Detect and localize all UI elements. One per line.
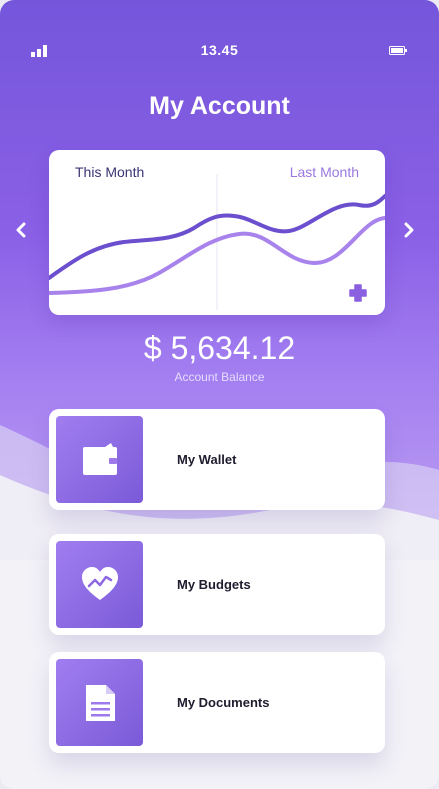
status-time: 13.45 (200, 42, 239, 58)
heart-trend-icon (82, 567, 118, 600)
account-balance-amount: $ 5,634.12 (143, 330, 296, 366)
battery-icon (389, 46, 407, 55)
app-screen: 13.45 My Account This Month Last Month $… (0, 0, 439, 789)
chevron-left-icon[interactable] (14, 222, 28, 238)
menu-label-budgets: My Budgets (177, 577, 251, 592)
budgets-tile (56, 541, 143, 628)
plus-icon[interactable] (349, 284, 367, 302)
my-documents-button[interactable]: My Documents (49, 652, 385, 753)
documents-tile (56, 659, 143, 746)
wallet-icon (83, 443, 117, 475)
document-icon (86, 685, 115, 721)
menu-label-wallet: My Wallet (177, 452, 237, 467)
status-bar: 13.45 (0, 42, 439, 62)
my-budgets-button[interactable]: My Budgets (49, 534, 385, 635)
menu-label-documents: My Documents (177, 695, 270, 710)
chart-card: This Month Last Month (49, 150, 385, 315)
legend-last-month[interactable]: Last Month (290, 164, 359, 180)
account-balance-label: Account Balance (174, 370, 265, 384)
wallet-tile (56, 416, 143, 503)
chevron-right-icon[interactable] (402, 222, 416, 238)
page-title: My Account (149, 92, 290, 120)
my-wallet-button[interactable]: My Wallet (49, 409, 385, 510)
legend-this-month[interactable]: This Month (75, 164, 144, 180)
